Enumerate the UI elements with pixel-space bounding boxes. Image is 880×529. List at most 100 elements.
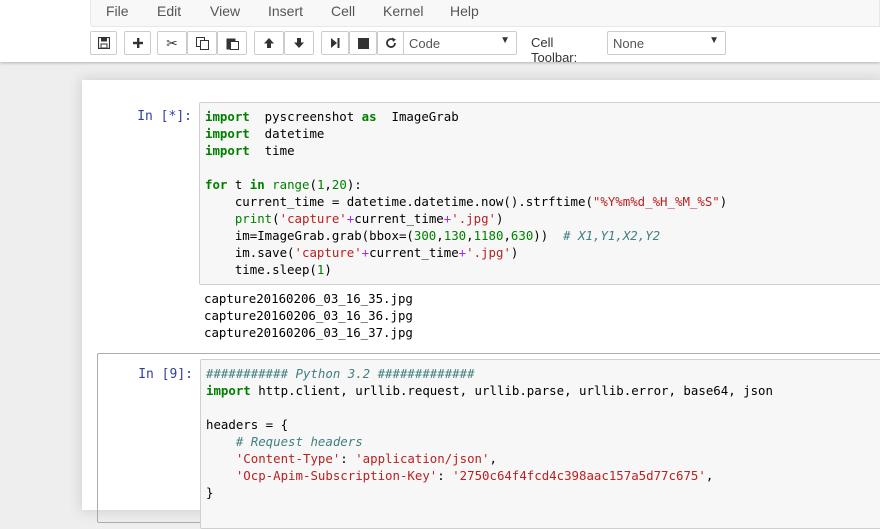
code-token: 'capture' xyxy=(294,245,362,260)
interrupt-kernel-button[interactable] xyxy=(349,31,377,55)
menu-bar: File Edit View Insert Cell Kernel Help xyxy=(90,0,880,27)
move-up-button[interactable] xyxy=(254,31,284,55)
code-token: , xyxy=(489,451,497,466)
code-line: current_time = datetime.datetime.now().s… xyxy=(205,193,880,210)
menu-kernel[interactable]: Kernel xyxy=(383,3,423,19)
caret-down-icon: ▼ xyxy=(709,35,719,46)
code-token: pyscreenshot xyxy=(249,109,362,124)
restart-icon xyxy=(385,37,397,49)
cell-type-select[interactable]: Code ▼ xyxy=(403,31,517,55)
code-token: time.sleep( xyxy=(205,262,317,277)
code-cell-selected[interactable]: In [9]: ########### Python 3.2 #########… xyxy=(97,353,880,529)
code-token: 20 xyxy=(331,177,347,192)
cell-type-value: Code xyxy=(409,36,441,51)
code-input[interactable]: ########### Python 3.2 ############# impo… xyxy=(200,359,880,529)
code-line: # Request headers xyxy=(206,433,880,450)
menu-view[interactable]: View xyxy=(210,3,240,19)
code-token: print xyxy=(234,211,273,226)
move-down-button[interactable] xyxy=(284,31,314,55)
input-prompt: In [*]: xyxy=(137,109,192,124)
output-line: capture20160206_03_16_36.jpg xyxy=(204,308,413,323)
code-token: ) xyxy=(719,194,728,209)
copy-button[interactable] xyxy=(187,31,217,55)
code-token: # X1,Y1,X2,Y2 xyxy=(563,228,661,243)
restart-kernel-button[interactable] xyxy=(377,31,405,55)
code-token: # Request headers xyxy=(235,434,363,449)
menu-cell[interactable]: Cell xyxy=(331,3,355,19)
code-line: 'Ocp-Apim-Subscription-Key': '2750c64f4f… xyxy=(206,467,880,484)
output-line: capture20160206_03_16_35.jpg xyxy=(204,291,413,306)
code-token: 'application/json' xyxy=(355,451,490,466)
code-block: ########### Python 3.2 ############# impo… xyxy=(206,365,880,501)
paste-button[interactable] xyxy=(217,31,247,55)
run-cell-button[interactable] xyxy=(321,31,349,55)
code-token: import xyxy=(205,143,250,158)
save-button[interactable] xyxy=(90,31,117,55)
code-line: print('capture'+current_time+'.jpg') xyxy=(205,210,880,227)
code-token: in xyxy=(249,177,265,192)
code-token: range xyxy=(272,177,310,192)
code-line: im=ImageGrab.grab(bbox=(300,130,1180,630… xyxy=(205,227,880,244)
cell-toolbar-select[interactable]: None ▼ xyxy=(607,31,726,55)
code-line: ########### Python 3.2 ############# xyxy=(206,365,880,382)
insert-cell-button[interactable] xyxy=(124,31,151,55)
code-token: 'capture' xyxy=(279,211,347,226)
code-line: import time xyxy=(205,142,880,159)
cut-button[interactable]: ✂ xyxy=(157,31,187,55)
code-token: 630 xyxy=(510,228,534,243)
code-input[interactable]: import pyscreenshot as ImageGrab import d… xyxy=(199,102,880,285)
code-line: } xyxy=(206,484,880,501)
menu-help[interactable]: Help xyxy=(450,3,479,19)
paste-icon xyxy=(226,37,239,50)
menu-file[interactable]: File xyxy=(106,3,129,19)
code-token: , xyxy=(466,228,474,243)
code-token: ( xyxy=(309,177,317,192)
cell-toolbar-value: None xyxy=(613,36,645,51)
code-token: for xyxy=(205,177,228,192)
code-token: current_time = datetime.datetime.now().s… xyxy=(205,194,593,209)
output-area: capture20160206_03_16_35.jpg capture2016… xyxy=(204,290,413,341)
code-line: import pyscreenshot as ImageGrab xyxy=(205,108,880,125)
code-token: import xyxy=(205,109,250,124)
code-token: t xyxy=(227,177,250,192)
code-token: http.client, urllib.request, urllib.pars… xyxy=(250,383,773,398)
code-token: im.save( xyxy=(205,245,295,260)
input-prompt: In [9]: xyxy=(138,367,193,382)
code-block: import pyscreenshot as ImageGrab import d… xyxy=(205,108,880,278)
code-line: for t in range(1,20): xyxy=(205,176,880,193)
code-token: , xyxy=(324,177,332,192)
code-token: '2750c64f4fcd4c398aac157a5d77c675' xyxy=(452,468,706,483)
code-token: time xyxy=(249,143,295,158)
code-token: 300 xyxy=(413,228,437,243)
code-token: ) xyxy=(510,245,519,260)
code-line: 'Content-Type': 'application/json', xyxy=(206,450,880,467)
code-token: headers = { xyxy=(206,417,289,432)
caret-down-icon: ▼ xyxy=(500,35,510,46)
plus-icon xyxy=(132,37,144,49)
cell-toolbar-label: Cell Toolbar: xyxy=(531,35,578,65)
menu-insert[interactable]: Insert xyxy=(268,3,303,19)
code-token: 'Ocp-Apim-Subscription-Key' xyxy=(235,468,438,483)
code-token: import xyxy=(205,126,250,141)
code-token: ########### Python 3.2 ############# xyxy=(206,366,475,381)
code-cell[interactable]: In [*]: import pyscreenshot as ImageGrab… xyxy=(97,96,880,351)
code-token: '.jpg' xyxy=(451,211,496,226)
code-token: import xyxy=(206,383,251,398)
code-token: 130 xyxy=(443,228,467,243)
code-token: "%Y%m%d_%H_%M_%S" xyxy=(592,194,720,209)
menu-edit[interactable]: Edit xyxy=(157,3,181,19)
code-token: im=ImageGrab.grab(bbox=( xyxy=(205,228,414,243)
save-icon xyxy=(97,37,110,49)
notebook-header: File Edit View Insert Cell Kernel Help ✂ xyxy=(0,0,880,65)
code-token: 1180 xyxy=(473,228,504,243)
step-forward-icon xyxy=(329,37,341,49)
copy-icon xyxy=(195,36,209,50)
code-token: ( xyxy=(272,211,280,226)
code-token: current_time xyxy=(354,211,444,226)
code-token: ImageGrab xyxy=(376,109,459,124)
